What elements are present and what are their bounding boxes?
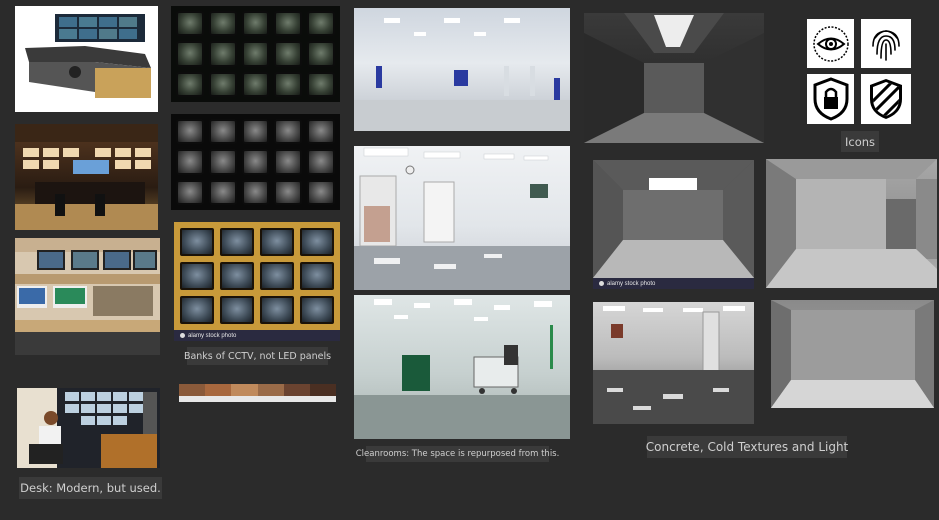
palette-swatch-3 [231, 384, 258, 396]
workstation-desk-image [15, 238, 160, 355]
caption-icons: Icons [841, 131, 879, 152]
cctv-monitor [176, 71, 204, 97]
caption-cctv-text: Banks of CCTV, not LED panels [183, 350, 332, 362]
cleanroom-glossy-image [354, 146, 570, 290]
cctv-monitor [208, 71, 237, 97]
cctv-monitor [307, 119, 335, 145]
caption-icons-text: Icons [844, 134, 876, 149]
cctv-monitor [307, 179, 335, 205]
operator-at-desk-image [17, 388, 160, 468]
cctv-monitor [180, 228, 214, 256]
cctv-monitor [274, 11, 303, 37]
cctv-monitor [241, 71, 270, 97]
cctv-bank-wooden-image: alamy stock photo [174, 222, 340, 341]
watermark-bar: alamy stock photo [174, 330, 340, 341]
cctv-monitor [307, 149, 335, 175]
caption-concrete-text: Concrete, Cold Textures and Light [645, 440, 849, 454]
cctv-monitor [220, 296, 254, 324]
cctv-monitor [220, 228, 254, 256]
cctv-monitor [176, 11, 204, 37]
control-room-orange-image [15, 124, 158, 230]
palette-swatch-4 [258, 384, 284, 396]
watermark-bar: alamy stock photo [593, 278, 754, 289]
cctv-monitor [300, 262, 334, 290]
palette-swatch-1 [179, 384, 205, 396]
cctv-monitor [260, 228, 294, 256]
cctv-monitor [241, 149, 270, 175]
eye-icon-tile [807, 19, 854, 68]
cctv-monitor [300, 296, 334, 324]
cctv-bank-green-image [171, 6, 340, 102]
cleanroom-machinery-image [354, 295, 570, 439]
cctv-monitor [176, 41, 204, 67]
cctv-monitor [274, 119, 303, 145]
cctv-monitor [176, 119, 204, 145]
fingerprint-icon [872, 29, 900, 61]
cctv-monitor [307, 71, 335, 97]
stripe-shield-icon [870, 79, 902, 119]
lock-shield-icon [813, 77, 848, 121]
caption-cleanrooms-text: Cleanrooms: The space is repurposed from… [355, 449, 560, 459]
cctv-monitor [307, 11, 335, 37]
control-desk-render-image [15, 6, 158, 112]
cctv-monitor [208, 41, 237, 67]
cctv-monitor [241, 179, 270, 205]
caption-desk-text: Desk: Modern, but used. [20, 481, 161, 495]
eye-icon [812, 25, 849, 62]
cctv-monitor [260, 296, 294, 324]
lock-shield-icon-tile [807, 74, 854, 124]
color-palette-strip [179, 384, 336, 402]
cctv-monitor [241, 119, 270, 145]
caption-cctv: Banks of CCTV, not LED panels [183, 347, 332, 365]
cctv-monitor [176, 179, 204, 205]
concrete-lit-box-image: alamy stock photo [593, 160, 754, 289]
cctv-monitor [208, 149, 237, 175]
caption-concrete: Concrete, Cold Textures and Light [645, 436, 849, 458]
concrete-skylight-room-image [584, 13, 764, 143]
cctv-monitor [300, 228, 334, 256]
cctv-monitor [180, 296, 214, 324]
cctv-monitor [208, 11, 237, 37]
watermark-text: alamy stock photo [607, 280, 656, 287]
cctv-monitor [307, 41, 335, 67]
alamy-logo-icon [180, 333, 185, 338]
caption-cleanrooms: Cleanrooms: The space is repurposed from… [356, 446, 559, 462]
cctv-monitor [241, 41, 270, 67]
concrete-corridor-image [766, 159, 937, 288]
cctv-monitor [274, 179, 303, 205]
concrete-room-corner-image [771, 300, 934, 408]
watermark-text: alamy stock photo [188, 332, 237, 339]
cleanroom-empty-image [354, 8, 570, 131]
palette-swatch-2 [205, 384, 231, 396]
cctv-monitor [260, 262, 294, 290]
caption-desk: Desk: Modern, but used. [19, 477, 162, 499]
stripe-shield-icon-tile [861, 74, 911, 124]
alamy-logo-icon [599, 281, 604, 286]
concrete-office-glossy-image [593, 302, 754, 424]
cctv-monitor [208, 119, 237, 145]
palette-swatch-6 [310, 384, 336, 396]
fingerprint-icon-tile [861, 19, 911, 68]
cctv-monitor [180, 262, 214, 290]
cctv-monitor [208, 179, 237, 205]
cctv-bank-gray-image [171, 114, 340, 210]
palette-swatch-5 [284, 384, 310, 396]
cctv-monitor [241, 11, 270, 37]
cctv-monitor [176, 149, 204, 175]
cctv-monitor [274, 149, 303, 175]
cctv-monitor [274, 71, 303, 97]
cctv-monitor [220, 262, 254, 290]
cctv-monitor [274, 41, 303, 67]
